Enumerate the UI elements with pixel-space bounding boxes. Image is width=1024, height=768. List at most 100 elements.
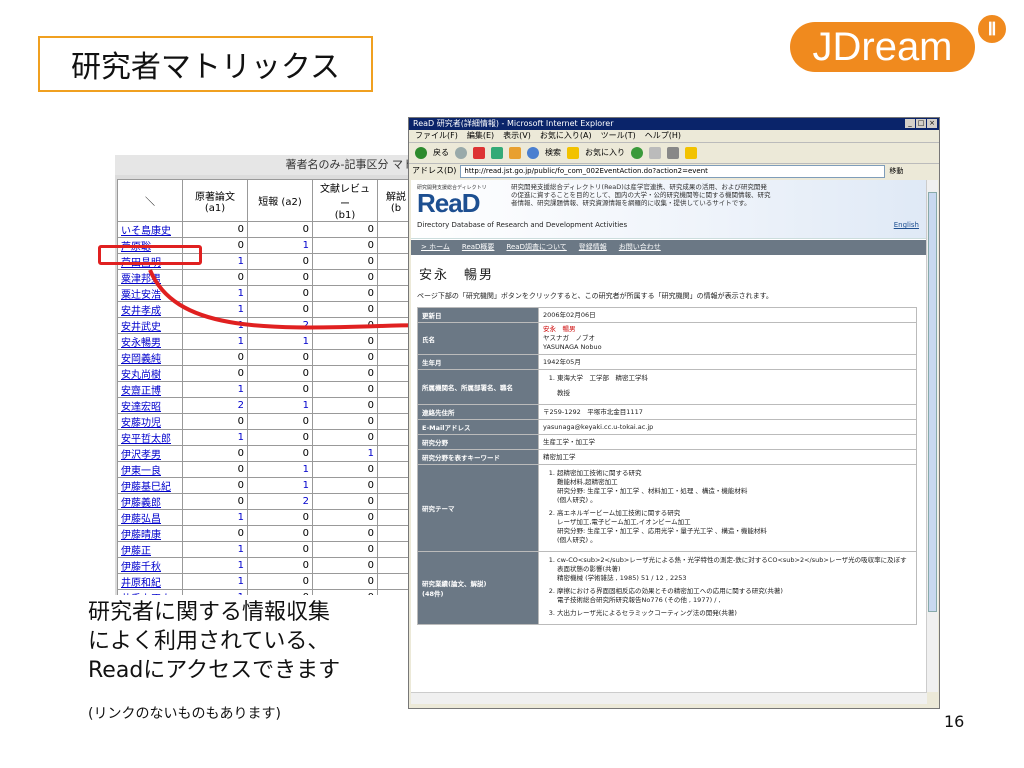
go-button[interactable]: 移動 [889, 164, 903, 178]
researcher-info-table: 更新日 2006年02月06日 氏名 安永 暢男 ヤスナガ ノブオ YASUNA… [417, 307, 917, 625]
nav-home[interactable]: > ホーム [421, 240, 450, 255]
nav-about[interactable]: ReaD概要 [462, 240, 495, 255]
menu-edit[interactable]: 編集(E) [467, 130, 494, 142]
field-label: 研究分野 [417, 434, 539, 450]
field-value: yasunaga@keyaki.cc.u-tokai.ac.jp [538, 419, 917, 435]
read-header: 研究開発支援総合ディレクトリ ReaD 研究開発支援総合ディレクトリ(ReaD)… [411, 180, 927, 239]
field-value: 〒259-1292 平塚市北金目1117 [538, 404, 917, 420]
window-title: ReaD 研究者(詳細情報) - Microsoft Internet Expl… [413, 119, 614, 128]
field-label: 氏名 [417, 322, 539, 355]
ie-window: ReaD 研究者(詳細情報) - Microsoft Internet Expl… [408, 117, 940, 709]
minimize-button[interactable]: _ [905, 119, 915, 128]
table-row: 研究業績(論文、解説) (48件) cw-CO<sub>2</sub>レーザ光に… [417, 551, 917, 625]
horizontal-scrollbar[interactable] [411, 692, 927, 704]
field-label: 研究業績(論文、解説) (48件) [417, 551, 539, 625]
menu-tools[interactable]: ツール(T) [601, 130, 636, 142]
caption-note: (リンクのないものもあります) [88, 706, 281, 722]
field-label: E-Mailアドレス [417, 419, 539, 435]
table-row: 連絡先住所 〒259-1292 平塚市北金目1117 [417, 404, 917, 420]
nav-registration[interactable]: 登録情報 [579, 240, 607, 255]
read-subtitle: Directory Database of Research and Devel… [417, 221, 628, 229]
field-label: 生年月 [417, 354, 539, 370]
address-bar: アドレス(D) http://read.jst.go.jp/public/fo_… [409, 164, 939, 178]
menu-view[interactable]: 表示(V) [503, 130, 531, 142]
history-icon[interactable] [631, 147, 643, 159]
table-row: 氏名 安永 暢男 ヤスナガ ノブオ YASUNAGA Nobuo [417, 322, 917, 355]
name-kanji: 安永 暢男 [543, 325, 576, 333]
field-label: 研究分野を表すキーワード [417, 449, 539, 465]
scroll-thumb[interactable] [928, 192, 937, 612]
theme-type: (個人研究) 。 [557, 536, 597, 544]
paper-item: 摩擦における界面固相反応の効果とその精密加工への応用に関する研究(共著) 電子技… [557, 587, 912, 605]
field-value: 2006年02月06日 [538, 307, 917, 323]
theme-title: 超精密加工技術に関する研究 [557, 469, 642, 477]
menu-bar: ファイル(F) 編集(E) 表示(V) お気に入り(A) ツール(T) ヘルプ(… [409, 130, 939, 143]
back-icon[interactable] [415, 147, 427, 159]
table-row: 研究テーマ 超精密加工技術に関する研究 難能材料,超精密加工 研究分野: 生産工… [417, 464, 917, 552]
menu-favorites[interactable]: お気に入り(A) [540, 130, 592, 142]
field-label: 連絡先住所 [417, 404, 539, 420]
affiliation-title: 教授 [557, 389, 570, 397]
research-theme: 超精密加工技術に関する研究 難能材料,超精密加工 研究分野: 生産工学・加工学 … [557, 469, 912, 505]
search-icon[interactable] [527, 147, 539, 159]
address-label: アドレス(D) [412, 166, 457, 175]
mail-icon[interactable] [649, 147, 661, 159]
read-logo[interactable]: ReaD [417, 188, 480, 219]
field-value: 1942年05月 [538, 354, 917, 370]
back-button[interactable]: 戻る [433, 143, 449, 163]
favorites-icon[interactable] [567, 147, 579, 159]
instruction-text: ページ下部の「研究機関」ボタンをクリックすると、この研究者が所属する「研究機関」… [417, 292, 773, 300]
maximize-button[interactable]: □ [916, 119, 926, 128]
forward-icon[interactable] [455, 147, 467, 159]
theme-keywords: 難能材料,超精密加工 [557, 478, 618, 486]
nav-contact[interactable]: お問い合わせ [619, 240, 661, 255]
field-value: 精密加工学 [538, 449, 917, 465]
stop-icon[interactable] [473, 147, 485, 159]
read-description: 研究開発支援総合ディレクトリ(ReaD)は産学官連携、研究成果の活用、および研究… [511, 183, 771, 207]
search-button[interactable]: 検索 [545, 143, 561, 163]
research-theme: 高エネルギービーム加工技術に関する研究 レーザ加工,電子ビーム加工,イオンビーム… [557, 509, 912, 545]
field-label: 更新日 [417, 307, 539, 323]
theme-fields: 研究分野: 生産工学・加工学 、応用光学・量子光工学 、構造・機能材料 [557, 527, 767, 535]
toolbar: 戻る 検索 お気に入り [409, 143, 939, 164]
field-value: 東海大学 工学部 精密工学科 教授 [538, 369, 917, 405]
field-value: 超精密加工技術に関する研究 難能材料,超精密加工 研究分野: 生産工学・加工学 … [538, 464, 917, 552]
print-icon[interactable] [667, 147, 679, 159]
favorites-button[interactable]: お気に入り [585, 143, 625, 163]
address-input[interactable]: http://read.jst.go.jp/public/fo_com_002E… [460, 164, 886, 178]
page-content: 研究開発支援総合ディレクトリ ReaD 研究開発支援総合ディレクトリ(ReaD)… [411, 180, 927, 692]
name-roman: YASUNAGA Nobuo [543, 343, 602, 351]
paper-item: 大出力レーザ光によるセラミックコーティング法の開発(共著) [557, 609, 912, 618]
affiliation: 東海大学 工学部 精密工学科 [557, 374, 648, 382]
caption-line: Readにアクセスできます [88, 658, 341, 683]
field-label: 研究テーマ [417, 464, 539, 552]
home-icon[interactable] [509, 147, 521, 159]
folder-icon[interactable] [685, 147, 697, 159]
nav-survey[interactable]: ReaD調査について [506, 240, 566, 255]
table-row: 研究分野 生産工学・加工学 [417, 434, 917, 450]
field-value: cw-CO<sub>2</sub>レーザ光による熱・光学特性の測定-鉄に対するC… [538, 551, 917, 625]
table-row: E-Mailアドレス yasunaga@keyaki.cc.u-tokai.ac… [417, 419, 917, 435]
paper-source: 電子技術総合研究所研究報告No776 (その他 , 1977) / , [557, 596, 721, 604]
table-row: 更新日 2006年02月06日 [417, 307, 917, 323]
field-value: 安永 暢男 ヤスナガ ノブオ YASUNAGA Nobuo [538, 322, 917, 355]
menu-file[interactable]: ファイル(F) [415, 130, 458, 142]
field-label: 所属機関名、所属部署名、職名 [417, 369, 539, 405]
table-row: 研究分野を表すキーワード 精密加工学 [417, 449, 917, 465]
menu-help[interactable]: ヘルプ(H) [645, 130, 681, 142]
paper-item: cw-CO<sub>2</sub>レーザ光による熱・光学特性の測定-鉄に対するC… [557, 556, 912, 583]
close-button[interactable]: × [927, 119, 937, 128]
caption: 研究者に関する情報収集 によく利用されている、 Readにアクセスできます [88, 598, 340, 685]
field-value: 生産工学・加工学 [538, 434, 917, 450]
nav-bar: > ホーム ReaD概要 ReaD調査について 登録情報 お問い合わせ [411, 240, 927, 255]
theme-keywords: レーザ加工,電子ビーム加工,イオンビーム加工 [557, 518, 691, 526]
theme-fields: 研究分野: 生産工学・加工学 、材料加工・処理 、構造・機能材料 [557, 487, 748, 495]
theme-title: 高エネルギービーム加工技術に関する研究 [557, 509, 681, 517]
english-link[interactable]: English [894, 221, 919, 229]
paper-source: 精密機械 (学術雑誌 , 1985) 51 / 12 , 2253 [557, 574, 687, 582]
caption-line: によく利用されている、 [88, 629, 330, 654]
paper-title: 大出力レーザ光によるセラミックコーティング法の開発(共著) [557, 609, 737, 617]
researcher-name: 安永 暢男 [419, 268, 495, 283]
vertical-scrollbar[interactable] [926, 180, 938, 692]
refresh-icon[interactable] [491, 147, 503, 159]
